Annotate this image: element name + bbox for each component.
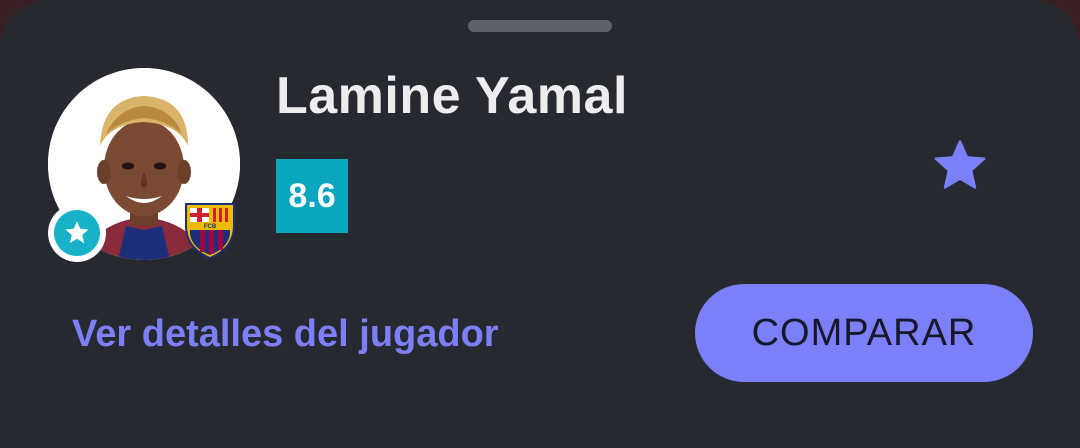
player-name: Lamine Yamal xyxy=(276,67,628,125)
compare-button[interactable]: COMPARAR xyxy=(695,284,1033,382)
favorite-player-badge xyxy=(48,204,106,262)
star-icon[interactable] xyxy=(930,137,990,195)
player-rating-badge: 8.6 xyxy=(276,159,348,233)
svg-text:FCB: FCB xyxy=(204,224,217,230)
player-bottom-sheet: FCB Lamine Yamal 8.6 Ver detalles del ju… xyxy=(0,0,1080,448)
drag-handle[interactable] xyxy=(468,20,612,32)
favorite-button[interactable] xyxy=(926,134,994,198)
club-crest-icon: FCB xyxy=(182,200,238,260)
star-icon xyxy=(65,221,89,244)
player-details-link[interactable]: Ver detalles del jugador xyxy=(72,313,499,356)
